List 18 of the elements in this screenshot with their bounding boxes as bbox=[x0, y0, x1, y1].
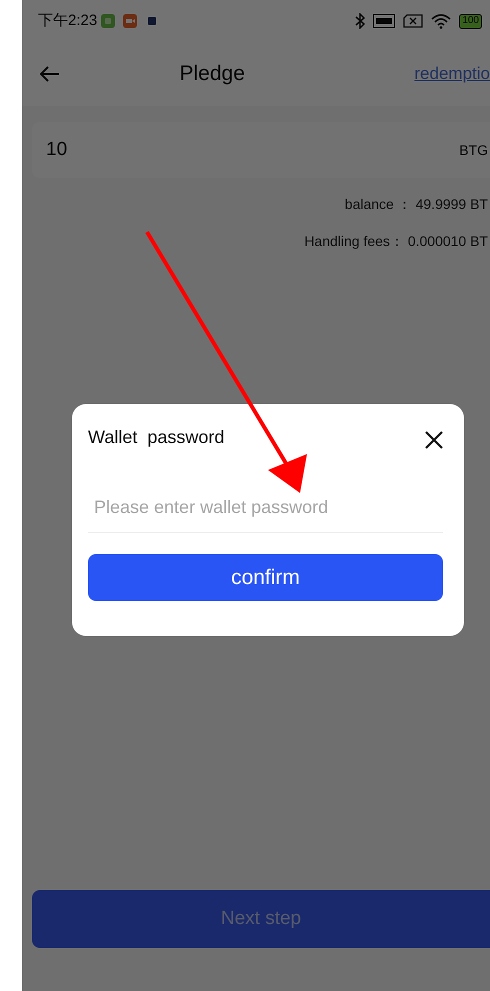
page-title: Pledge bbox=[178, 61, 246, 88]
balance-text: balance ： 49.9999 BT bbox=[344, 195, 489, 214]
confirm-button[interactable]: confirm bbox=[88, 554, 443, 601]
back-arrow-icon[interactable] bbox=[40, 66, 60, 82]
redemption-link[interactable]: redemptio bbox=[414, 61, 490, 87]
vpn-icon bbox=[373, 14, 396, 28]
bluetooth-icon bbox=[355, 13, 366, 29]
handling-fees-text: Handling fees： 0.000010 BT bbox=[303, 232, 489, 251]
battery-icon: 100 bbox=[459, 14, 482, 28]
status-time: 下午2:23 bbox=[38, 10, 98, 31]
amount-value: 10 bbox=[46, 138, 68, 162]
video-notification-icon bbox=[123, 14, 138, 28]
unit-label: BTG bbox=[459, 140, 488, 160]
dialog-title: Wallet password bbox=[88, 426, 224, 449]
no-sim-icon bbox=[403, 14, 424, 28]
wifi-icon bbox=[431, 14, 452, 28]
app-notification-icon bbox=[101, 14, 116, 28]
close-icon[interactable] bbox=[425, 430, 443, 448]
